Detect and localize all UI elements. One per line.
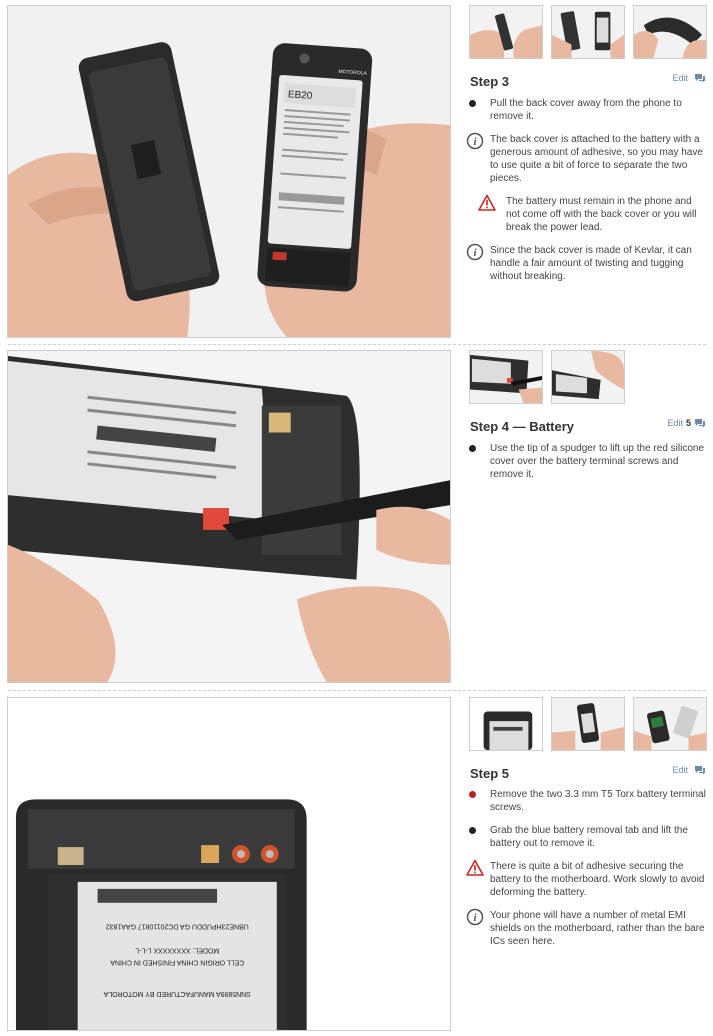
- step-5-photo-image: UBNE23HPUDDU GA DC20110817 GAA1832 MODEL…: [8, 698, 450, 1030]
- step-line-note: i Since the back cover is made of Kevlar…: [466, 243, 706, 283]
- svg-text:i: i: [473, 912, 477, 924]
- step-3-thumbnails: [469, 5, 707, 59]
- step-4-thumbnail[interactable]: [551, 350, 625, 404]
- step-4-edit-link[interactable]: Edit: [667, 418, 683, 428]
- bullet-black-icon: [469, 100, 476, 107]
- step-5-battery-line-1: SNN5899A MANUFACTURED BY MOTOROLA: [103, 990, 250, 997]
- info-icon: i: [466, 132, 484, 150]
- comments-icon[interactable]: [694, 765, 706, 775]
- step-5: UBNE23HPUDDU GA DC20110817 GAA1832 MODEL…: [0, 691, 713, 1036]
- step-line-text: Remove the two 3.3 mm T5 Torx battery te…: [490, 789, 706, 813]
- bullet-black-icon: [469, 445, 476, 452]
- step-3-photo-image: EB20 MOTOROLA: [8, 6, 450, 337]
- caution-icon: [478, 194, 496, 211]
- step-4-title: Step 4 — Battery: [470, 419, 575, 434]
- step-line: Grab the blue battery removal tab and li…: [466, 824, 706, 850]
- step-3-title: Step 3: [470, 74, 510, 89]
- bullet-black-icon: [469, 827, 476, 834]
- step-line-text: Use the tip of a spudger to lift up the …: [490, 443, 705, 480]
- step-5-lines: Remove the two 3.3 mm T5 Torx battery te…: [466, 788, 706, 958]
- step-4-comment-count: 5: [685, 418, 691, 428]
- step-4-thumbnails: [469, 350, 625, 404]
- step-4-main-photo[interactable]: [7, 350, 451, 683]
- step-3-thumbnail[interactable]: [469, 5, 543, 59]
- info-icon: i: [466, 908, 484, 926]
- step-5-thumbnail[interactable]: [551, 697, 625, 751]
- step-4-thumbnail[interactable]: [469, 350, 543, 404]
- caution-icon: [466, 859, 484, 876]
- step-3-thumbnail[interactable]: [551, 5, 625, 59]
- step-3-main-photo[interactable]: EB20 MOTOROLA: [7, 5, 451, 338]
- step-5-thumbnail[interactable]: [469, 697, 543, 751]
- step-5-edit-link[interactable]: Edit: [672, 765, 688, 775]
- step-4-tools: Edit 5: [667, 418, 706, 428]
- step-5-tools: Edit: [672, 765, 706, 775]
- step-3: EB20 MOTOROLA Step 3 Edit Pull the back …: [0, 0, 713, 345]
- bullet-red-icon: [469, 791, 476, 798]
- step-3-lines: Pull the back cover away from the phone …: [466, 97, 706, 293]
- info-icon: i: [466, 243, 484, 261]
- step-line-caution: The battery must remain in the phone and…: [466, 194, 706, 234]
- svg-text:i: i: [473, 247, 477, 259]
- step-5-battery-line-2: CELL ORIGIN CHINA FINISHED IN CHINA: [110, 958, 244, 965]
- step-line-note: i Your phone will have a number of metal…: [466, 908, 706, 948]
- step-line: Use the tip of a spudger to lift up the …: [466, 442, 706, 481]
- step-3-model-label: EB20: [288, 89, 314, 102]
- svg-text:i: i: [473, 136, 477, 148]
- step-3-tools: Edit: [672, 73, 706, 83]
- step-line-note: i The back cover is attached to the batt…: [466, 132, 706, 185]
- step-4: Step 4 — Battery Edit 5 Use the tip of a…: [0, 345, 713, 690]
- step-3-thumbnail[interactable]: [633, 5, 707, 59]
- step-line-text: Your phone will have a number of metal E…: [490, 910, 705, 947]
- step-line-text: The battery must remain in the phone and…: [506, 196, 697, 233]
- step-line-text: There is quite a bit of adhesive securin…: [490, 861, 705, 898]
- comments-icon[interactable]: [694, 418, 706, 428]
- step-5-main-photo[interactable]: UBNE23HPUDDU GA DC20110817 GAA1832 MODEL…: [7, 697, 451, 1031]
- step-4-lines: Use the tip of a spudger to lift up the …: [466, 442, 706, 491]
- step-5-title: Step 5: [470, 766, 510, 781]
- step-line-caution: There is quite a bit of adhesive securin…: [466, 859, 706, 899]
- step-line-text: Pull the back cover away from the phone …: [490, 98, 682, 122]
- comments-icon[interactable]: [694, 73, 706, 83]
- step-3-edit-link[interactable]: Edit: [672, 73, 688, 83]
- step-5-battery-line-3: MODEL: XXXXXXXX L-L-L: [135, 946, 219, 953]
- step-5-thumbnail[interactable]: [633, 697, 707, 751]
- step-line-text: Grab the blue battery removal tab and li…: [490, 825, 688, 849]
- step-line-text: The back cover is attached to the batter…: [490, 134, 703, 184]
- step-line-text: Since the back cover is made of Kevlar, …: [490, 245, 692, 282]
- step-5-battery-line-4: UBNE23HPUDDU GA DC20110817 GAA1832: [106, 923, 249, 930]
- step-5-thumbnails: [469, 697, 707, 751]
- step-4-photo-image: [8, 351, 450, 682]
- step-line: Pull the back cover away from the phone …: [466, 97, 706, 123]
- step-line: Remove the two 3.3 mm T5 Torx battery te…: [466, 788, 706, 814]
